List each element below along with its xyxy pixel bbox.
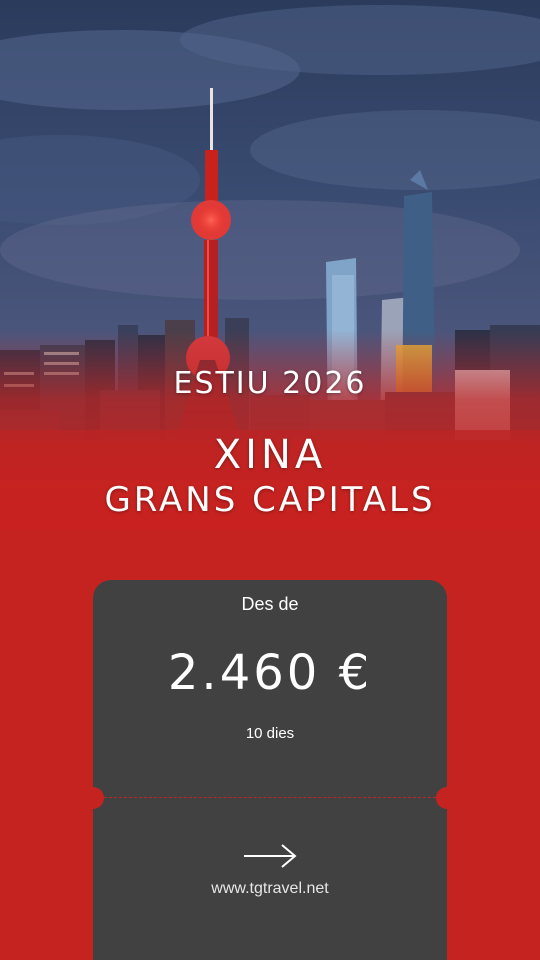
destination-title: XINA — [213, 432, 327, 478]
destination-subtitle: GRANS CAPITALS — [104, 480, 436, 520]
arrow-right-icon[interactable] — [240, 840, 300, 872]
ticket-notch-left — [82, 787, 104, 809]
price-value: 2.460 € — [167, 645, 373, 701]
trip-duration: 10 dies — [245, 725, 295, 742]
price-ticket — [93, 580, 447, 960]
season-label: ESTIU 2026 — [173, 366, 367, 401]
from-label: Des de — [241, 594, 299, 614]
ticket-perforation — [104, 797, 436, 798]
promo-banner: ESTIU 2026 XINA GRANS CAPITALS Des de 2.… — [0, 0, 540, 960]
website-link[interactable]: www.tgtravel.net — [93, 880, 447, 898]
ticket-notch-right — [436, 787, 458, 809]
